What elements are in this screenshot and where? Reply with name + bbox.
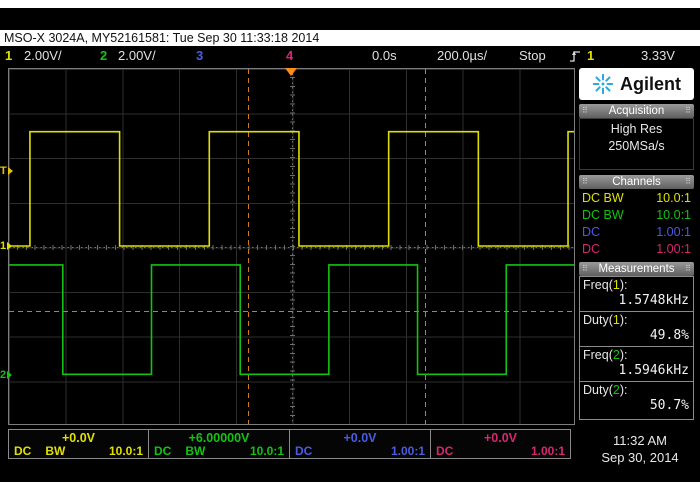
channel2-status-row[interactable]: DC BW 10.0:1 [579,207,694,224]
arrow-right-icon [8,167,13,175]
trigger-time-marker[interactable] [285,68,297,76]
measurement-label: Duty(2): [583,383,689,398]
measurement-row-duty1: Duty(1): 49.8% [580,312,693,347]
run-state: Stop [519,46,546,66]
brand-name: Agilent [620,74,681,95]
channel1-status-row[interactable]: DC BW 10.0:1 [579,190,694,207]
model-serial-timestamp: MSO-X 3024A, MY52161581: Tue Sep 30 11:3… [4,31,319,45]
acquisition-section-title: Acquisition [588,104,685,118]
ch1-probe-label: 10.0:1 [109,445,143,458]
measurement-row-freq2: Freq(2): 1.5946kHz [580,347,693,382]
ch4-coupling-label: DC [436,445,453,458]
ch2-ground-marker-label: 2 [0,369,6,381]
measurement-value: 49.8% [583,328,689,344]
measurement-row-freq1: Freq(1): 1.5748kHz [580,277,693,312]
channels-section-title: Channels [588,175,685,189]
trace-ch2 [9,265,574,374]
ch3-details: DC 1.00:1 [290,445,430,458]
ch1-ground-marker-label: 1 [0,240,6,252]
ch3-probe-ratio: 1.00:1 [656,224,691,241]
ch2-ground-marker[interactable]: 2 [0,369,12,381]
ch2-coupling-label: DC [154,445,171,458]
grip-icon: ⠿ [685,262,691,276]
horizontal-delay[interactable]: 0.0s [372,46,397,66]
oscilloscope-screen: MSO-X 3024A, MY52161581: Tue Sep 30 11:3… [0,8,700,482]
arrow-right-icon [7,371,12,379]
ch1-coupling: DC BW [582,190,624,207]
agilent-spark-icon [592,73,614,95]
status-ch2-scale[interactable]: 2.00V/ [118,46,156,66]
measurement-label: Duty(1): [583,313,689,328]
ch3-offset: +0.0V [290,431,430,445]
ch1-offset: +0.0V [9,431,148,445]
clock-date: Sep 30, 2014 [585,449,695,466]
clock: 11:32 AM Sep 30, 2014 [585,432,695,466]
ch2-probe-label: 10.0:1 [250,445,284,458]
acquisition-panel: High Res 250MSa/s [579,118,694,170]
channel3-status-row[interactable]: DC 1.00:1 [579,224,694,241]
acquisition-mode: High Res [580,122,693,136]
timebase-scale[interactable]: 200.0µs/ [437,46,487,66]
ch3-probe-label: 1.00:1 [391,445,425,458]
trigger-source[interactable]: 1 [587,46,594,66]
ch2-coupling: DC BW [582,207,624,224]
trigger-level[interactable]: 3.33V [641,46,675,66]
waveform-traces [9,69,574,424]
status-ch3-number[interactable]: 3 [196,46,203,66]
ch4-probe-label: 1.00:1 [531,445,565,458]
status-ch2-number[interactable]: 2 [100,46,107,66]
measurement-value: 1.5946kHz [583,363,689,379]
ch1-ground-marker[interactable]: 1 [0,240,12,252]
ch4-offset: +0.0V [431,431,570,445]
acquisition-section-header[interactable]: ⠿ Acquisition ⠿ [579,104,694,118]
trigger-level-marker-label: T [0,165,7,177]
measurements-panel: Freq(1): 1.5748kHz Duty(1): 49.8% Freq(2… [579,276,694,420]
measurement-label: Freq(1): [583,278,689,293]
grip-icon: ⠿ [685,104,691,118]
ch2-details: DC BW 10.0:1 [149,445,289,458]
ch3-settings-box[interactable]: +0.0V DC 1.00:1 [289,429,431,459]
ch3-coupling: DC [582,224,600,241]
status-ch1-number[interactable]: 1 [5,46,12,66]
status-bar: 1 2.00V/ 2 2.00V/ 3 4 0.0s 200.0µs/ Stop… [0,46,700,66]
waveform-display [8,68,575,425]
agilent-logo-box: Agilent [579,68,694,100]
sample-rate: 250MSa/s [580,139,693,153]
ch1-settings-box[interactable]: +0.0V DC BW 10.0:1 [8,429,149,459]
measurement-value: 50.7% [583,398,689,414]
grip-icon: ⠿ [685,175,691,189]
ch2-bw-label: BW [185,445,205,458]
channels-panel: DC BW 10.0:1 DC BW 10.0:1 DC 1.00:1 DC 1… [579,190,694,258]
ch3-coupling-label: DC [295,445,312,458]
ch4-settings-box[interactable]: +0.0V DC 1.00:1 [430,429,571,459]
trace-ch1 [9,132,574,246]
ch1-coupling-label: DC [14,445,31,458]
ch1-probe-ratio: 10.0:1 [656,190,691,207]
ch2-settings-box[interactable]: +6.00000V DC BW 10.0:1 [148,429,290,459]
ch2-offset: +6.00000V [149,431,289,445]
clock-time: 11:32 AM [585,432,695,449]
measurement-label: Freq(2): [583,348,689,363]
ch1-details: DC BW 10.0:1 [9,445,148,458]
status-ch4-number[interactable]: 4 [286,46,293,66]
ch2-probe-ratio: 10.0:1 [656,207,691,224]
measurement-row-duty2: Duty(2): 50.7% [580,382,693,417]
arrow-right-icon [7,242,12,250]
status-ch1-scale[interactable]: 2.00V/ [24,46,62,66]
channel4-status-row[interactable]: DC 1.00:1 [579,241,694,258]
ch4-coupling: DC [582,241,600,258]
sidebar: Agilent ⠿ Acquisition ⠿ High Res 250MSa/… [579,68,694,425]
ch4-probe-ratio: 1.00:1 [656,241,691,258]
measurement-value: 1.5748kHz [583,293,689,309]
measurements-section-title: Measurements [588,262,685,276]
trigger-edge-icon [569,49,581,69]
ch1-bw-label: BW [45,445,65,458]
measurements-section-header[interactable]: ⠿ Measurements ⠿ [579,262,694,276]
ch4-details: DC 1.00:1 [431,445,570,458]
title-bar: MSO-X 3024A, MY52161581: Tue Sep 30 11:3… [0,30,700,46]
screenshot-page: MSO-X 3024A, MY52161581: Tue Sep 30 11:3… [0,0,700,500]
channels-section-header[interactable]: ⠿ Channels ⠿ [579,175,694,189]
trigger-level-marker[interactable]: T [0,165,13,177]
